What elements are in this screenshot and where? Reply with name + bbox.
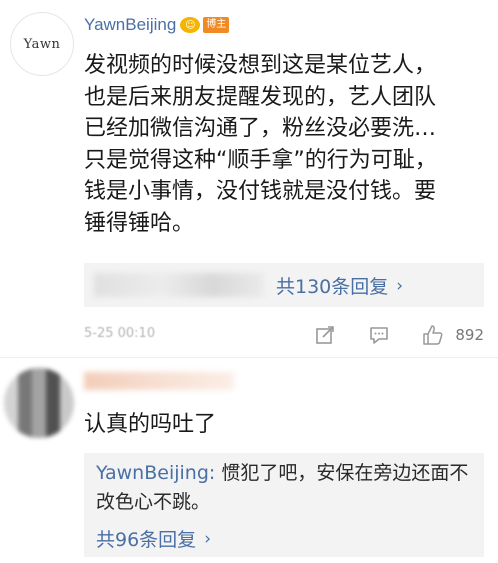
view-replies-label: 共130条回复 [276,276,389,298]
comment-text: 发视频的时候没想到这是某位艺人， 也是后来朋友提醒发现的，艺人团队 已经加微信沟… [84,53,437,236]
chevron-right-icon: › [396,275,404,296]
blurred-reply-preview [94,273,264,297]
view-replies-label: 共96条回复 [96,529,197,551]
avatar[interactable] [4,368,74,438]
comment-icon[interactable] [368,324,390,346]
divider [0,357,498,358]
view-replies-link[interactable]: 共130条回复 › [276,272,403,299]
view-replies-link[interactable]: 共96条回复 › [96,525,211,552]
blurred-username [84,372,234,390]
comment-actions: 5-25 00:10 892 [84,322,484,348]
chevron-right-icon: › [204,528,211,549]
reply-content: YawnBeijing: 惯犯了吧，安保在旁边还面不改色心不跳。 [96,459,476,517]
reply-preview[interactable]: YawnBeijing: 惯犯了吧，安保在旁边还面不改色心不跳。 共96条回复 … [84,453,484,557]
host-badge: 博主 [203,17,230,33]
comment-text: 认真的吗吐了 [84,412,217,437]
reply-username[interactable]: YawnBeijing: [96,462,215,484]
comment-header: YawnBeijing ☺ 博主 [84,14,230,36]
like-count: 892 [455,326,484,344]
username[interactable]: YawnBeijing [84,15,176,35]
reply-preview[interactable]: 共130条回复 › [84,263,484,307]
fan-badge-icon: ☺ [180,17,201,33]
like-icon[interactable] [422,324,444,346]
avatar[interactable]: Yawn [10,12,74,76]
timestamp: 5-25 00:10 [84,326,156,341]
avatar-text: Yawn [23,36,61,52]
share-icon[interactable] [314,324,336,346]
